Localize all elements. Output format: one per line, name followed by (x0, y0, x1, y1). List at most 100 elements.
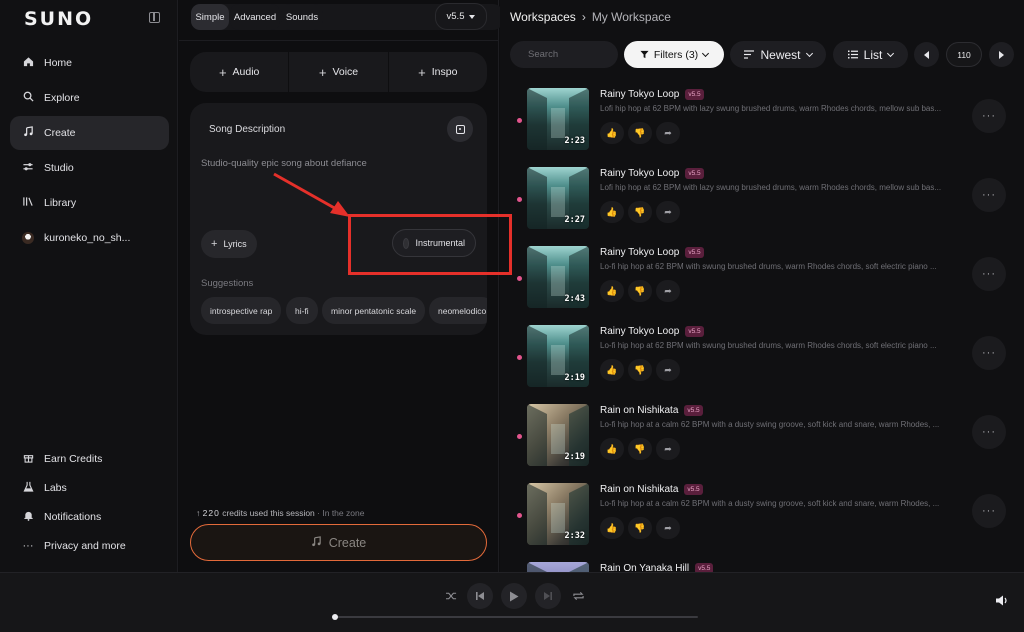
song-row[interactable]: 2:43 Rainy Tokyo Loop v5.5 Lo-fi hip hop at… (500, 246, 1024, 325)
more-options-button[interactable]: ··· (972, 494, 1006, 528)
song-title[interactable]: Rain on Nishikata (600, 484, 678, 495)
song-title[interactable]: Rainy Tokyo Loop (600, 89, 679, 100)
progress-bar[interactable] (332, 614, 698, 620)
divider (179, 40, 499, 41)
share-button[interactable]: ➦ (656, 280, 680, 302)
add-inspo-button[interactable]: + Inspo (389, 52, 487, 92)
dislike-button[interactable]: 👎 (628, 280, 652, 302)
tab-advanced[interactable]: Advanced (230, 4, 280, 30)
sidebar-item-explore[interactable]: Explore (10, 81, 169, 115)
share-button[interactable]: ➦ (656, 201, 680, 223)
share-button[interactable]: ➦ (656, 517, 680, 539)
dislike-button[interactable]: 👎 (628, 517, 652, 539)
more-options-button[interactable]: ··· (972, 336, 1006, 370)
more-options-button[interactable]: ··· (972, 415, 1006, 449)
like-button[interactable]: 👍 (600, 359, 624, 381)
add-audio-button[interactable]: + Audio (190, 52, 290, 92)
version-badge: v5.5 (684, 484, 703, 495)
song-title[interactable]: Rain On Yanaka Hill (600, 563, 689, 572)
next-track-button[interactable] (535, 583, 561, 609)
sidebar-item-label: Library (44, 197, 77, 209)
song-cover[interactable]: 2:23 (527, 88, 589, 150)
song-row[interactable]: 2:27 Rainy Tokyo Loop v5.5 Lofi hip hop at … (500, 167, 1024, 246)
song-cover[interactable]: 2:19 (527, 404, 589, 466)
song-row[interactable]: 2:23 Rainy Tokyo Loop v5.5 Lofi hip hop at … (500, 88, 1024, 167)
progress-knob[interactable] (332, 614, 338, 620)
suggestion-chip[interactable]: hi-fi (286, 297, 318, 324)
sidebar-item-library[interactable]: Library (10, 186, 169, 220)
like-button[interactable]: 👍 (600, 438, 624, 460)
next-icon (999, 50, 1004, 59)
song-cover[interactable] (527, 562, 589, 572)
search-input[interactable] (528, 49, 608, 60)
page-number[interactable]: 110 (946, 42, 982, 67)
sidebar: SUNO Home Explore Create Studio Library … (0, 0, 178, 572)
volume-button[interactable] (996, 595, 1009, 609)
add-lyrics-button[interactable]: + Lyrics (201, 230, 257, 258)
more-options-button[interactable]: ··· (972, 178, 1006, 212)
like-button[interactable]: 👍 (600, 201, 624, 223)
version-select[interactable]: v5.5 (435, 3, 487, 30)
play-button[interactable] (501, 583, 527, 609)
view-button[interactable]: List (833, 41, 908, 68)
song-title[interactable]: Rainy Tokyo Loop (600, 168, 679, 179)
dislike-button[interactable]: 👎 (628, 122, 652, 144)
song-title[interactable]: Rainy Tokyo Loop (600, 326, 679, 337)
song-row[interactable]: 2:19 Rain on Nishikata v5.5 Lo-fi hip hop a… (500, 404, 1024, 483)
randomize-button[interactable] (447, 116, 473, 142)
share-button[interactable]: ➦ (656, 359, 680, 381)
song-actions: 👍 👎 ➦ (600, 280, 680, 302)
share-button[interactable]: ➦ (656, 438, 680, 460)
next-page-button[interactable] (989, 42, 1014, 67)
song-cover[interactable]: 2:27 (527, 167, 589, 229)
dislike-button[interactable]: 👎 (628, 438, 652, 460)
sidebar-item-label: Earn Credits (44, 453, 103, 465)
create-button[interactable]: Create (190, 524, 487, 561)
flask-icon (22, 481, 34, 495)
sidebar-item-studio[interactable]: Studio (10, 151, 169, 185)
library-icon (22, 196, 34, 210)
tab-simple[interactable]: Simple (191, 4, 229, 30)
song-duration: 2:43 (564, 294, 585, 304)
like-button[interactable]: 👍 (600, 280, 624, 302)
sidebar-item-home[interactable]: Home (10, 46, 169, 80)
suggestion-chip[interactable]: introspective rap (201, 297, 282, 324)
song-cover[interactable]: 2:19 (527, 325, 589, 387)
dislike-button[interactable]: 👎 (628, 201, 652, 223)
suggestion-chip[interactable]: minor pentatonic scale (322, 297, 426, 324)
sidebar-item-create[interactable]: Create (10, 116, 169, 150)
song-row[interactable]: 2:19 Rainy Tokyo Loop v5.5 Lo-fi hip hop at… (500, 325, 1024, 404)
shuffle-icon (445, 592, 456, 600)
version-badge: v5.5 (695, 563, 714, 572)
like-button[interactable]: 👍 (600, 517, 624, 539)
song-row[interactable]: 2:32 Rain on Nishikata v5.5 Lo-fi hip hop a… (500, 483, 1024, 562)
shuffle-button[interactable] (438, 583, 464, 609)
prev-page-button[interactable] (914, 42, 939, 67)
suggestion-chip[interactable]: neomelodico (429, 297, 487, 324)
search-box[interactable] (510, 41, 618, 68)
song-title[interactable]: Rainy Tokyo Loop (600, 247, 679, 258)
suno-logo[interactable]: SUNO (24, 8, 93, 30)
sidebar-toggle-icon[interactable] (149, 12, 160, 23)
song-row[interactable]: Rain On Yanaka Hill v5.5 (500, 562, 1024, 572)
share-button[interactable]: ➦ (656, 122, 680, 144)
song-cover[interactable]: 2:32 (527, 483, 589, 545)
filters-button[interactable]: Filters (3) (624, 41, 724, 68)
new-indicator-dot (517, 276, 522, 281)
song-title[interactable]: Rain on Nishikata (600, 405, 678, 416)
sidebar-item-privacy[interactable]: ··· Privacy and more (10, 529, 169, 563)
sort-button[interactable]: Newest (730, 41, 826, 68)
song-cover[interactable]: 2:43 (527, 246, 589, 308)
previous-track-button[interactable] (467, 583, 493, 609)
dislike-button[interactable]: 👎 (628, 359, 652, 381)
music-note-icon (311, 535, 322, 550)
like-button[interactable]: 👍 (600, 122, 624, 144)
more-options-button[interactable]: ··· (972, 257, 1006, 291)
sidebar-item-profile[interactable]: kuroneko_no_sh... (10, 221, 169, 255)
repeat-button[interactable] (565, 583, 591, 609)
sidebar-item-label: Labs (44, 482, 67, 494)
more-options-button[interactable]: ··· (972, 99, 1006, 133)
breadcrumb-workspaces[interactable]: Workspaces (510, 10, 576, 24)
add-voice-button[interactable]: + Voice (289, 52, 389, 92)
tab-sounds[interactable]: Sounds (281, 4, 323, 30)
